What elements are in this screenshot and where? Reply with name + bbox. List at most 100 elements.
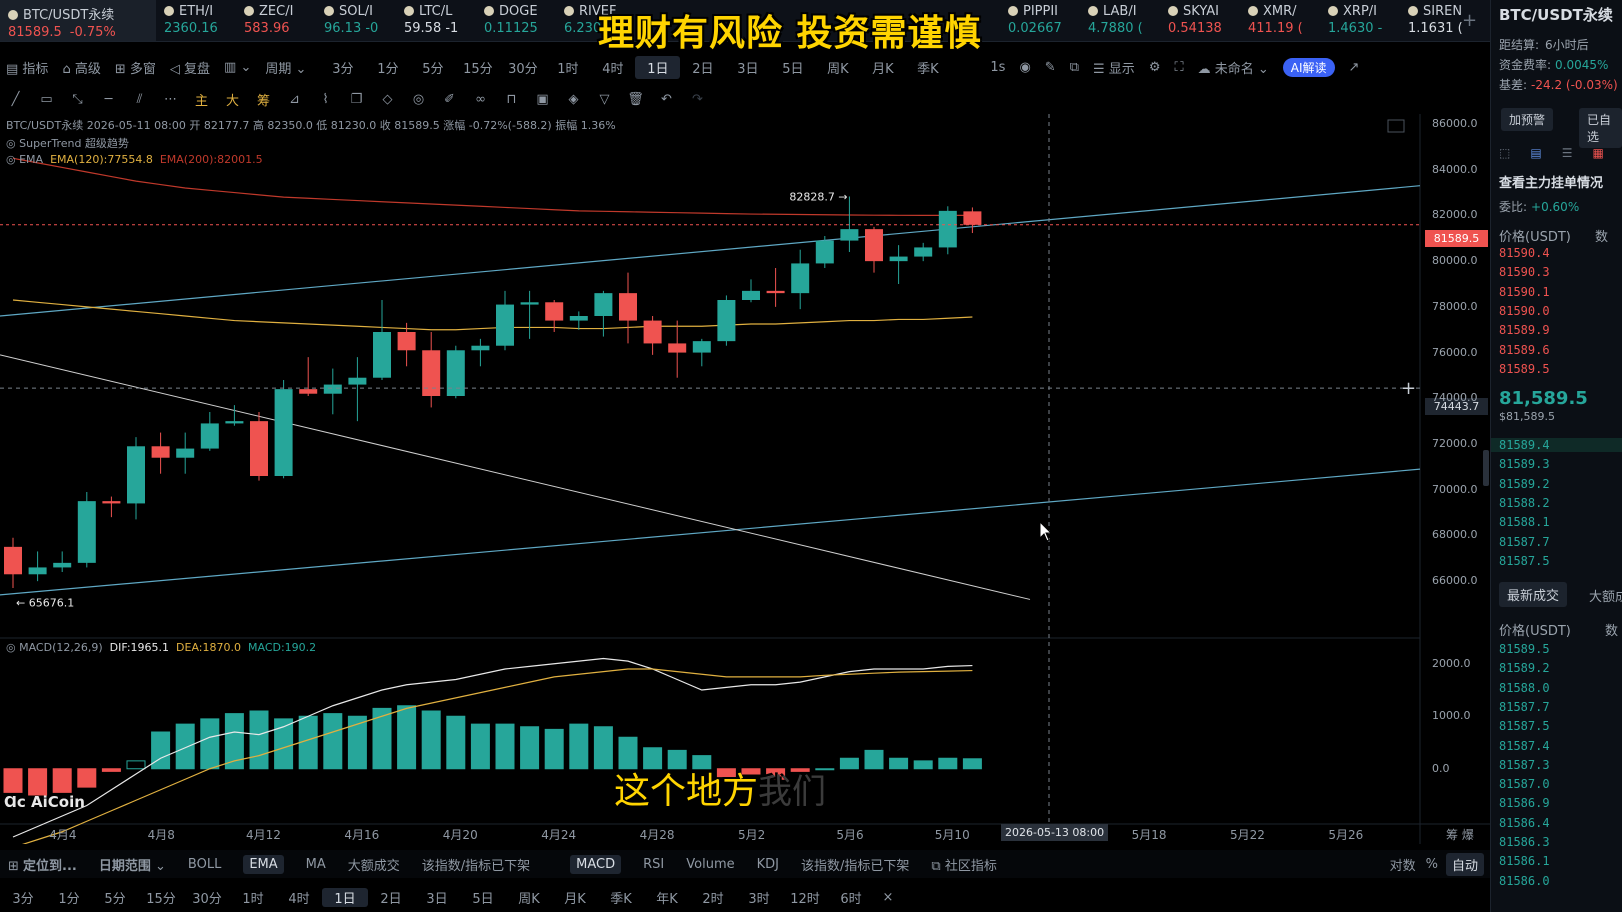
bottom-period-tab[interactable]: 3时: [736, 888, 782, 907]
community-indicators-button[interactable]: ⧉ 社区指标: [931, 855, 996, 874]
candle[interactable]: [938, 206, 957, 255]
candle[interactable]: [889, 245, 908, 284]
eraser-tool-icon[interactable]: ◇: [372, 92, 403, 107]
hline-tool-icon[interactable]: ─: [93, 92, 124, 107]
locate-button[interactable]: ⊞ 定位到...: [8, 855, 77, 874]
sub-indicator-tab[interactable]: RSI: [643, 857, 664, 872]
bottom-period-tab[interactable]: 1日: [322, 887, 368, 907]
ask-price[interactable]: 81590.0: [1499, 304, 1550, 318]
layout-a-icon[interactable]: ⬚: [1499, 146, 1510, 160]
date-range-dropdown[interactable]: 日期范围 ⌄: [99, 855, 166, 874]
bottom-period-tab[interactable]: 2时: [690, 888, 736, 907]
candle[interactable]: [742, 279, 760, 303]
rect-tool-icon[interactable]: ▭: [31, 92, 62, 107]
bottom-period-tab[interactable]: 5日: [460, 888, 506, 907]
bottom-period-tab[interactable]: 3日: [414, 888, 460, 907]
candle[interactable]: [594, 290, 613, 337]
candle[interactable]: [865, 226, 883, 273]
candle[interactable]: [28, 551, 47, 582]
bottom-period-tab[interactable]: 4时: [276, 888, 322, 907]
indicators-button[interactable]: ▤ 指标: [6, 58, 48, 77]
settings-icon[interactable]: ⚙: [1149, 60, 1161, 75]
candle[interactable]: [4, 537, 22, 588]
candle[interactable]: [422, 332, 441, 408]
candle[interactable]: [766, 268, 785, 307]
ask-price[interactable]: 81590.4: [1499, 246, 1550, 260]
replay-button[interactable]: ◁ 复盘: [170, 58, 210, 77]
period-tab[interactable]: 3分: [320, 58, 365, 77]
ticker-5[interactable]: DOGE 0.11125: [476, 0, 556, 41]
multiwindow-button[interactable]: ⊞ 多窗: [115, 58, 156, 77]
bottom-period-tab[interactable]: 3分: [0, 888, 46, 907]
period-tab[interactable]: 4时: [590, 58, 635, 77]
period-dropdown[interactable]: 周期 ⌄: [265, 58, 306, 77]
panel-collapse-handle[interactable]: [1483, 450, 1489, 486]
period-tab[interactable]: 季K: [905, 58, 950, 77]
bottom-period-tab[interactable]: 6时: [828, 888, 874, 907]
bid-price[interactable]: 81587.7: [1499, 535, 1550, 549]
candle[interactable]: [692, 338, 711, 367]
main-indicator-tab[interactable]: MA: [306, 857, 326, 872]
candle[interactable]: [963, 207, 982, 234]
interval-button[interactable]: 1s: [990, 60, 1005, 75]
auto-toggle[interactable]: 自动: [1445, 852, 1484, 876]
candle[interactable]: [53, 551, 72, 572]
log-toggle[interactable]: 对数: [1390, 855, 1416, 874]
ask-price[interactable]: 81589.5: [1499, 362, 1550, 376]
copy-tool-icon[interactable]: ❐: [341, 92, 372, 107]
ticker-0[interactable]: BTC/USDT永续 81589.5 -0.75%: [0, 0, 156, 41]
period-tab[interactable]: 1日: [635, 55, 681, 79]
trendline-descending[interactable]: [0, 354, 1031, 600]
ask-price[interactable]: 81589.6: [1499, 343, 1550, 357]
date-axis-tools[interactable]: 筹 爆: [1446, 826, 1474, 843]
display-button[interactable]: ☰ 显示: [1093, 58, 1135, 77]
bottom-period-tab[interactable]: 12时: [782, 888, 828, 907]
candle[interactable]: [373, 300, 391, 380]
pencil-icon[interactable]: ✎: [1045, 60, 1056, 75]
bottom-period-tab[interactable]: 周K: [506, 888, 552, 907]
bottom-period-tab[interactable]: 年K: [644, 888, 690, 907]
link-tool-icon[interactable]: ∞: [465, 92, 496, 107]
popout-icon[interactable]: ⧉: [1070, 60, 1079, 75]
period-tab[interactable]: 月K: [860, 58, 905, 77]
sub-indicator-tab[interactable]: Volume: [686, 857, 734, 872]
layout-c-icon[interactable]: ☰: [1562, 146, 1573, 160]
sub-indicator-tab[interactable]: MACD: [570, 854, 622, 874]
main-indicator-tab[interactable]: BOLL: [188, 857, 221, 872]
line-tool-icon[interactable]: ╱: [0, 92, 31, 107]
main-indicator-tab[interactable]: 大额成交: [348, 855, 400, 874]
ask-price[interactable]: 81589.9: [1499, 323, 1550, 337]
candle[interactable]: [840, 196, 859, 252]
trash-icon[interactable]: 🗑: [620, 92, 651, 107]
bid-price[interactable]: 81589.3: [1499, 457, 1550, 471]
latest-trades-tab[interactable]: 最新成交: [1499, 582, 1568, 607]
fullscreen-icon[interactable]: ⛶: [1174, 60, 1183, 75]
period-tab[interactable]: 15分: [455, 58, 500, 77]
bottom-period-tab[interactable]: 15分: [138, 888, 184, 907]
period-tab[interactable]: 2日: [680, 58, 725, 77]
sub-indicator-tab[interactable]: 该指数/指标已下架: [801, 855, 909, 874]
bottom-period-tab[interactable]: 季K: [598, 888, 644, 907]
period-tab[interactable]: 1时: [545, 58, 590, 77]
period-tab[interactable]: 1分: [365, 58, 410, 77]
candle[interactable]: [127, 437, 145, 520]
candle[interactable]: [520, 290, 539, 339]
period-tab[interactable]: 3日: [725, 58, 770, 77]
bottom-period-tab[interactable]: ×: [874, 890, 902, 905]
layers-tool-icon[interactable]: ◈: [558, 92, 589, 107]
bid-price[interactable]: 81588.2: [1499, 496, 1550, 510]
candle[interactable]: [200, 412, 219, 451]
measure-tool-icon[interactable]: ⊿: [279, 92, 310, 107]
layout-b-icon[interactable]: ▤: [1530, 146, 1541, 160]
brush-tool-icon[interactable]: ⌇: [310, 92, 341, 107]
main-indicator-tab[interactable]: EMA: [243, 854, 284, 874]
chart-type-icon[interactable]: ▥ ⌄: [224, 60, 251, 75]
ask-price[interactable]: 81590.3: [1499, 265, 1550, 279]
candle[interactable]: [102, 496, 121, 518]
bid-price[interactable]: 81588.1: [1499, 515, 1550, 529]
ticker-11[interactable]: XRP/I 1.4630 -: [1320, 0, 1400, 41]
ticker-3[interactable]: SOL/I 96.13 -0: [316, 0, 396, 41]
ticker-9[interactable]: SKYAI 0.54138: [1160, 0, 1240, 41]
bid-price[interactable]: 81587.5: [1499, 554, 1550, 568]
ticker-4[interactable]: LTC/L 59.58 -1: [396, 0, 476, 41]
